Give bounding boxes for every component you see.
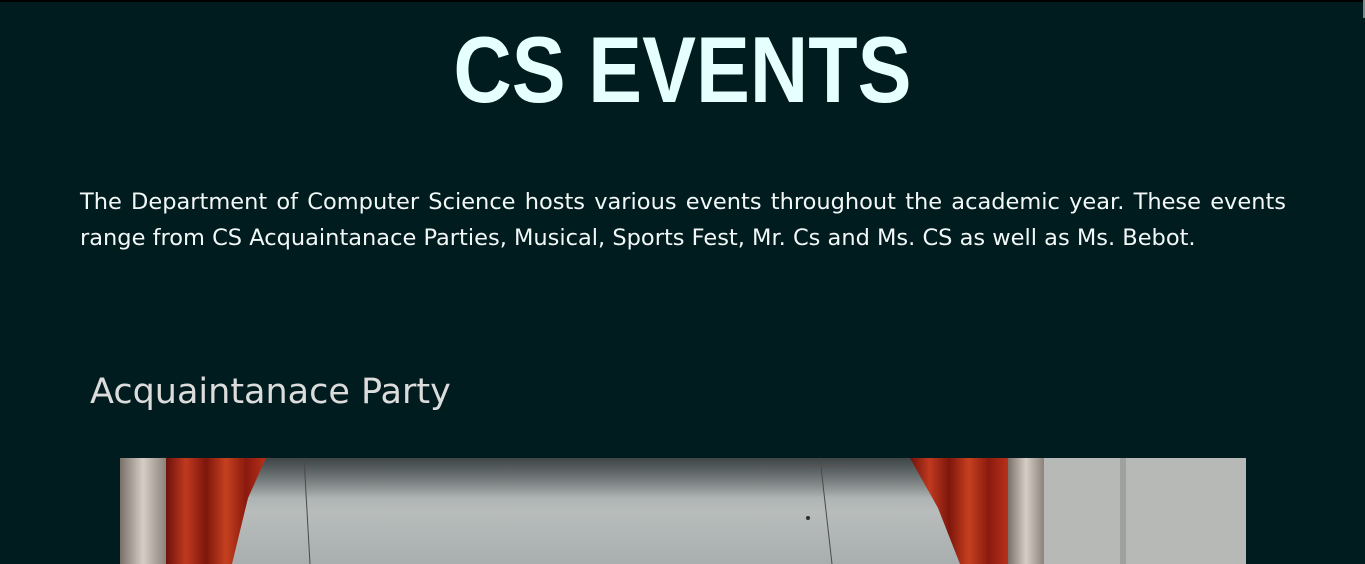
window-top-border [0, 0, 1365, 2]
page-title: CS EVENTS [453, 17, 912, 122]
acquaintance-party-photo [120, 458, 1246, 564]
stage-with-red-curtains-photo [120, 458, 1246, 564]
section-title-acquaintance-party: Acquaintanace Party [90, 372, 451, 412]
intro-paragraph: The Department of Computer Science hosts… [80, 189, 1286, 251]
